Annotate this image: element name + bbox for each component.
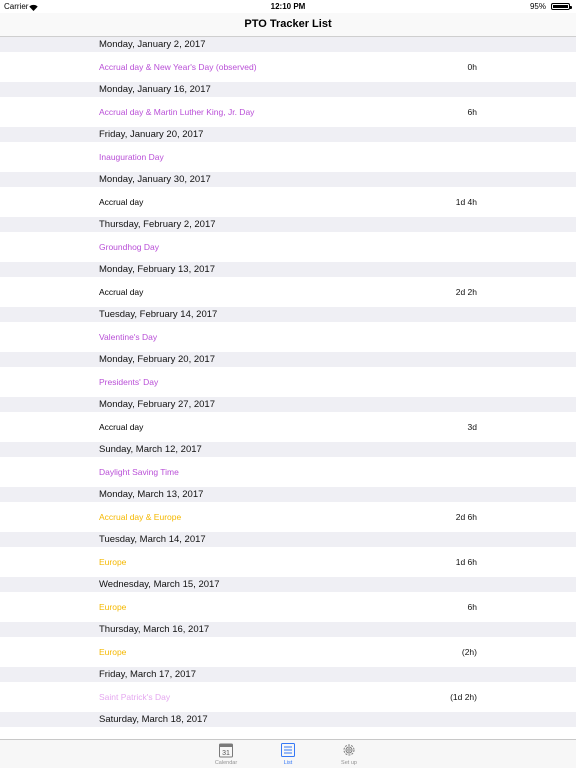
list-item[interactable]: Europe 1d 6h <box>0 547 576 577</box>
list-item-value: 0h <box>467 62 477 72</box>
section-header: Saturday, March 18, 2017 <box>0 712 576 727</box>
status-bar: Carrier 12:10 PM 95% <box>0 0 576 13</box>
list-icon <box>280 742 296 758</box>
list-item-title: Inauguration Day <box>99 152 164 162</box>
list-item[interactable]: Inauguration Day <box>0 142 576 172</box>
list-item-title: Accrual day <box>99 422 144 432</box>
section-header: Thursday, March 16, 2017 <box>0 622 576 637</box>
list-item-value: 2d 2h <box>455 287 477 297</box>
section-header: Monday, January 16, 2017 <box>0 82 576 97</box>
battery-percent: 95% <box>529 2 546 11</box>
section-header: Monday, February 27, 2017 <box>0 397 576 412</box>
list-item[interactable]: Europe 6h <box>0 592 576 622</box>
tab-calendar[interactable]: 31 Calendar <box>196 740 256 769</box>
list-item[interactable]: Accrual day 3d <box>0 412 576 442</box>
list-item[interactable]: Europe (2h) <box>0 637 576 667</box>
section-header: Monday, March 13, 2017 <box>0 487 576 502</box>
list-item-value: 1d 4h <box>455 197 477 207</box>
list-item-title: Daylight Saving Time <box>99 467 179 477</box>
list-item-value: 6h <box>467 602 477 612</box>
tab-list-label: List <box>283 760 293 766</box>
section-header: Monday, January 2, 2017 <box>0 37 576 52</box>
section-header: Friday, January 20, 2017 <box>0 127 576 142</box>
list-item[interactable]: Groundhog Day <box>0 232 576 262</box>
section-header: Sunday, March 12, 2017 <box>0 442 576 457</box>
tab-setup-label: Set up <box>341 760 357 766</box>
list-item-value: (1d 2h) <box>450 692 477 702</box>
battery-icon <box>551 3 572 10</box>
section-header: Monday, February 13, 2017 <box>0 262 576 277</box>
tab-list[interactable]: List <box>258 740 318 769</box>
tab-bar: 31 Calendar List Set up <box>0 739 576 768</box>
tab-calendar-label: Calendar <box>214 760 238 766</box>
svg-text:31: 31 <box>222 750 230 757</box>
list-item-title: Accrual day <box>99 197 144 207</box>
tab-setup[interactable]: Set up <box>319 740 379 769</box>
clock: 12:10 PM <box>270 2 306 11</box>
section-header: Wednesday, March 15, 2017 <box>0 577 576 592</box>
list-item[interactable]: Accrual day 2d 2h <box>0 277 576 307</box>
list-item[interactable]: Accrual day 1d 4h <box>0 187 576 217</box>
gear-icon <box>341 742 357 758</box>
section-header: Monday, January 30, 2017 <box>0 172 576 187</box>
list-item-title: Groundhog Day <box>99 242 160 252</box>
list-item-title: Accrual day & Europe <box>99 512 182 522</box>
list-item-value: 1d 6h <box>455 557 477 567</box>
list-item[interactable]: Accrual day & Martin Luther King, Jr. Da… <box>0 97 576 127</box>
list-item[interactable]: Daylight Saving Time <box>0 457 576 487</box>
list-item-value: 3d <box>467 422 477 432</box>
section-header: Monday, February 20, 2017 <box>0 352 576 367</box>
list-item-title: Accrual day <box>99 287 144 297</box>
list-item[interactable]: Presidents' Day <box>0 367 576 397</box>
section-header: Friday, March 17, 2017 <box>0 667 576 682</box>
list-item-title: Accrual day & Martin Luther King, Jr. Da… <box>99 107 255 117</box>
list-item-title: Europe <box>99 557 127 567</box>
list-item[interactable]: Saint Patrick's Day (1d 2h) <box>0 682 576 712</box>
list-item[interactable]: Accrual day & New Year's Day (observed) 0… <box>0 52 576 82</box>
section-header: Thursday, February 2, 2017 <box>0 217 576 232</box>
list-item-title: Europe <box>99 647 127 657</box>
navigation-bar: PTO Tracker List <box>0 13 576 37</box>
list-item-value: 2d 6h <box>455 512 477 522</box>
page-title: PTO Tracker List <box>244 18 332 30</box>
list-item-title: Valentine's Day <box>99 332 158 342</box>
list-item[interactable]: Accrual day & Europe 2d 6h <box>0 502 576 532</box>
pto-list[interactable]: Monday, January 2, 2017 Accrual day & New… <box>0 37 576 757</box>
list-item[interactable]: Valentine's Day <box>0 322 576 352</box>
list-item-title: Presidents' Day <box>99 377 159 387</box>
calendar-icon: 31 <box>218 742 234 758</box>
section-header: Tuesday, February 14, 2017 <box>0 307 576 322</box>
section-header: Tuesday, March 14, 2017 <box>0 532 576 547</box>
list-item-title: Europe <box>99 602 127 612</box>
list-item-title: Accrual day & New Year's Day (observed) <box>99 62 257 72</box>
list-item-title: Saint Patrick's Day <box>99 692 171 702</box>
list-item-value: 6h <box>467 107 477 117</box>
list-item-value: (2h) <box>461 647 477 657</box>
